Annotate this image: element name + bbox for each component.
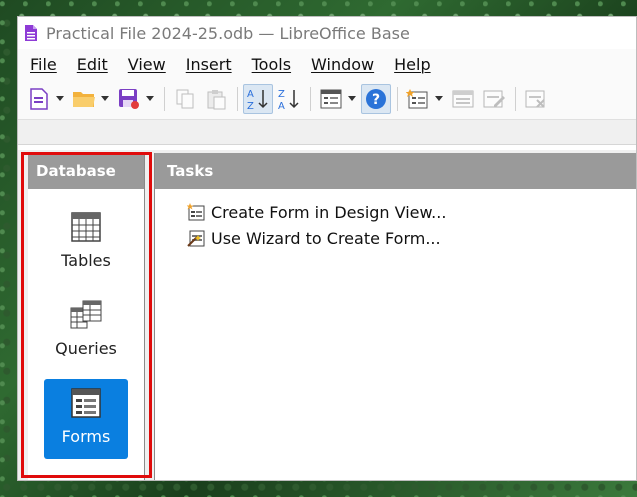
database-item-label: Forms: [61, 427, 111, 446]
chevron-down-icon: [146, 96, 154, 101]
menu-edit[interactable]: Edit: [67, 55, 118, 74]
task-create-form-design-view[interactable]: Create Form in Design View...: [155, 199, 636, 225]
sort-descending-icon: Z A: [278, 89, 299, 111]
sort-ascending-button[interactable]: A Z: [243, 84, 273, 114]
paste-icon: [207, 90, 226, 110]
svg-text:A: A: [247, 89, 254, 100]
save-icon: [119, 89, 139, 109]
chevron-down-icon: [435, 96, 443, 101]
separator-gap: [18, 145, 636, 150]
table-icon: [71, 212, 101, 242]
database-item-label: Tables: [61, 251, 111, 270]
edit-button[interactable]: [479, 84, 509, 114]
report-button[interactable]: [403, 84, 433, 114]
menu-tools[interactable]: Tools: [242, 55, 301, 74]
form-icon: [320, 89, 342, 109]
menu-insert[interactable]: Insert: [176, 55, 242, 74]
toolbar-separator: [515, 87, 516, 111]
toolbar-separator: [164, 87, 165, 111]
tasks-panel: Tasks Create Form in Design View... Use …: [154, 153, 636, 480]
title-bar: Practical File 2024-25.odb — LibreOffice…: [18, 17, 636, 49]
libreoffice-base-window: Practical File 2024-25.odb — LibreOffice…: [17, 16, 637, 481]
svg-text:?: ?: [372, 92, 380, 108]
svg-text:Z: Z: [247, 101, 254, 111]
toolbar-separator: [397, 87, 398, 111]
menu-help[interactable]: Help: [384, 55, 440, 74]
open-database-object-icon: [452, 90, 474, 108]
toolbar-separator: [310, 87, 311, 111]
help-icon: ?: [366, 89, 386, 109]
open-database-object-button[interactable]: [448, 84, 478, 114]
report-icon: [406, 89, 428, 109]
sort-ascending-icon: A Z: [247, 89, 268, 111]
svg-text:A: A: [278, 101, 285, 111]
copy-icon: [176, 89, 194, 109]
sort-descending-button[interactable]: Z A: [274, 84, 304, 114]
secondary-strip: [18, 120, 636, 145]
menu-window[interactable]: Window: [301, 55, 384, 74]
help-button[interactable]: ?: [361, 84, 391, 114]
toolbar-separator: [237, 87, 238, 111]
menu-view[interactable]: View: [118, 55, 176, 74]
chevron-down-icon: [101, 96, 109, 101]
delete-button[interactable]: [521, 84, 551, 114]
task-label: Create Form in Design View...: [211, 202, 447, 222]
chevron-down-icon: [348, 96, 356, 101]
wizard-icon: [187, 230, 205, 247]
window-title: Practical File 2024-25.odb — LibreOffice…: [46, 23, 410, 43]
menu-bar: File Edit View Insert Tools Window Help: [18, 49, 636, 79]
report-dropdown-arrow[interactable]: [434, 84, 444, 114]
task-label: Use Wizard to Create Form...: [211, 228, 441, 248]
database-panel: Database Tables Queries Forms: [28, 153, 145, 480]
tasks-panel-header: Tasks: [155, 153, 636, 189]
new-document-icon: [30, 88, 48, 110]
save-button[interactable]: [114, 84, 144, 114]
database-item-queries[interactable]: Queries: [44, 291, 128, 371]
database-item-label: Queries: [55, 339, 117, 358]
query-icon: [70, 300, 102, 329]
database-item-forms[interactable]: Forms: [44, 379, 128, 459]
libreoffice-base-app-icon: [25, 25, 37, 41]
database-item-tables[interactable]: Tables: [44, 203, 128, 283]
save-dropdown-arrow[interactable]: [145, 84, 155, 114]
database-panel-header: Database: [28, 153, 144, 189]
design-view-icon: [187, 203, 205, 221]
copy-button[interactable]: [170, 84, 200, 114]
open-button[interactable]: [69, 84, 99, 114]
new-document-button[interactable]: [24, 84, 54, 114]
paste-button[interactable]: [201, 84, 231, 114]
open-dropdown-arrow[interactable]: [100, 84, 110, 114]
form-icon: [71, 388, 101, 418]
chevron-down-icon: [56, 96, 64, 101]
menu-file[interactable]: File: [20, 55, 67, 74]
new-dropdown-arrow[interactable]: [55, 84, 65, 114]
task-use-wizard-create-form[interactable]: Use Wizard to Create Form...: [155, 225, 636, 251]
form-button[interactable]: [316, 84, 346, 114]
standard-toolbar: A Z Z A ?: [18, 79, 636, 120]
form-dropdown-arrow[interactable]: [347, 84, 357, 114]
svg-text:Z: Z: [278, 89, 285, 100]
open-folder-icon: [73, 92, 95, 107]
edit-icon: [483, 90, 505, 108]
delete-icon: [525, 90, 545, 108]
